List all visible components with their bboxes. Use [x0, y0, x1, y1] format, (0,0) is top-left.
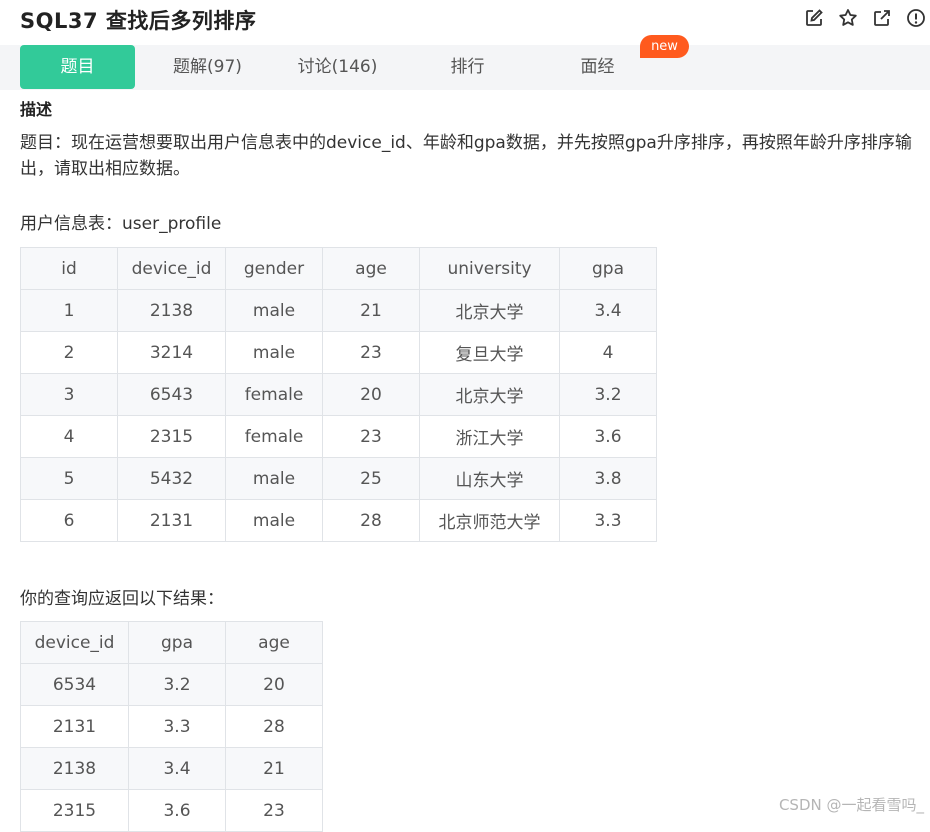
table-cell: 3.2 [559, 373, 657, 416]
table-row: 2 3214 male 23 复旦大学 4 [20, 331, 657, 374]
table-cell: male [225, 499, 323, 542]
table-header: university [419, 247, 560, 290]
table-cell: 2138 [20, 747, 129, 790]
table-cell: 3.2 [128, 663, 226, 706]
table-row: 4 2315 female 23 浙江大学 3.6 [20, 415, 657, 458]
table-cell: 北京大学 [419, 289, 560, 332]
table-row: 2131 3.3 28 [20, 705, 323, 748]
table-cell: 山东大学 [419, 457, 560, 500]
table-cell: male [225, 331, 323, 374]
table-cell: 20 [322, 373, 420, 416]
table-cell: 6534 [20, 663, 129, 706]
share-icon[interactable] [872, 8, 892, 28]
table-header: gender [225, 247, 323, 290]
tab-interview[interactable]: 面经 [540, 45, 655, 89]
table-cell: 21 [225, 747, 323, 790]
table-cell: 浙江大学 [419, 415, 560, 458]
table2-label: 你的查询应返回以下结果： [20, 589, 224, 609]
table-cell: 4 [20, 415, 118, 458]
table-cell: 3214 [117, 331, 226, 374]
edit-icon[interactable] [804, 8, 824, 28]
table-cell: 5432 [117, 457, 226, 500]
table-header: age [225, 621, 323, 664]
table-cell: 北京大学 [419, 373, 560, 416]
table-cell: 23 [322, 415, 420, 458]
page-title: SQL37 查找后多列排序 [20, 9, 257, 33]
info-icon[interactable] [906, 8, 926, 28]
table-cell: male [225, 457, 323, 500]
table-cell: 6 [20, 499, 118, 542]
table-cell: 20 [225, 663, 323, 706]
table-cell: 2131 [20, 705, 129, 748]
table-cell: 2315 [117, 415, 226, 458]
table-row: 5 5432 male 25 山东大学 3.8 [20, 457, 657, 500]
tab-ranking[interactable]: 排行 [410, 45, 525, 89]
table-header: device_id [20, 621, 129, 664]
table-row: 6 2131 male 28 北京师范大学 3.3 [20, 499, 657, 542]
table-cell: female [225, 415, 323, 458]
table-cell: 23 [225, 789, 323, 832]
tab-discussion[interactable]: 讨论(146) [280, 45, 395, 89]
table-row: 3 6543 female 20 北京大学 3.2 [20, 373, 657, 416]
table-cell: 4 [559, 331, 657, 374]
table-cell: 28 [225, 705, 323, 748]
header-actions [804, 8, 926, 28]
table-header: gpa [128, 621, 226, 664]
table-cell: 北京师范大学 [419, 499, 560, 542]
table-cell: 2131 [117, 499, 226, 542]
table-cell: 5 [20, 457, 118, 500]
table-cell: male [225, 289, 323, 332]
table-cell: 复旦大学 [419, 331, 560, 374]
table-header: device_id [117, 247, 226, 290]
watermark: CSDN @一起看雪吗_ [778, 796, 924, 814]
table-cell: 28 [322, 499, 420, 542]
table-header: gpa [559, 247, 657, 290]
table-cell: 21 [322, 289, 420, 332]
expected-result-table: device_id gpa age 6534 3.2 20 2131 3.3 2… [20, 621, 323, 832]
table-cell: 6543 [117, 373, 226, 416]
table-cell: 1 [20, 289, 118, 332]
table-cell: 2 [20, 331, 118, 374]
table-row: 6534 3.2 20 [20, 663, 323, 706]
user-profile-table: id device_id gender age university gpa 1… [20, 247, 657, 542]
table-cell: 2315 [20, 789, 129, 832]
tab-solutions[interactable]: 题解(97) [150, 45, 265, 89]
table-cell: 3.6 [128, 789, 226, 832]
table-row: 2138 3.4 21 [20, 747, 323, 790]
table-cell: 3.3 [559, 499, 657, 542]
table-cell: 3.4 [128, 747, 226, 790]
new-badge: new [640, 35, 689, 58]
table-cell: 3.3 [128, 705, 226, 748]
tab-problem[interactable]: 题目 [20, 45, 135, 89]
table-cell: 25 [322, 457, 420, 500]
table-cell: 3.4 [559, 289, 657, 332]
table-cell: 23 [322, 331, 420, 374]
table-cell: 3.6 [559, 415, 657, 458]
table-header: age [322, 247, 420, 290]
table-row: 2315 3.6 23 [20, 789, 323, 832]
section-heading: 描述 [20, 100, 53, 119]
table-cell: female [225, 373, 323, 416]
problem-description: 题目：现在运营想要取出用户信息表中的device_id、年龄和gpa数据，并先按… [20, 133, 912, 179]
table-row: 1 2138 male 21 北京大学 3.4 [20, 289, 657, 332]
table-cell: 2138 [117, 289, 226, 332]
table-cell: 3.8 [559, 457, 657, 500]
table-cell: 3 [20, 373, 118, 416]
table-header: id [20, 247, 118, 290]
table1-label: 用户信息表：user_profile [20, 214, 222, 234]
star-icon[interactable] [838, 8, 858, 28]
tab-bar: 题目 题解(97) 讨论(146) 排行 面经 new [0, 35, 930, 90]
